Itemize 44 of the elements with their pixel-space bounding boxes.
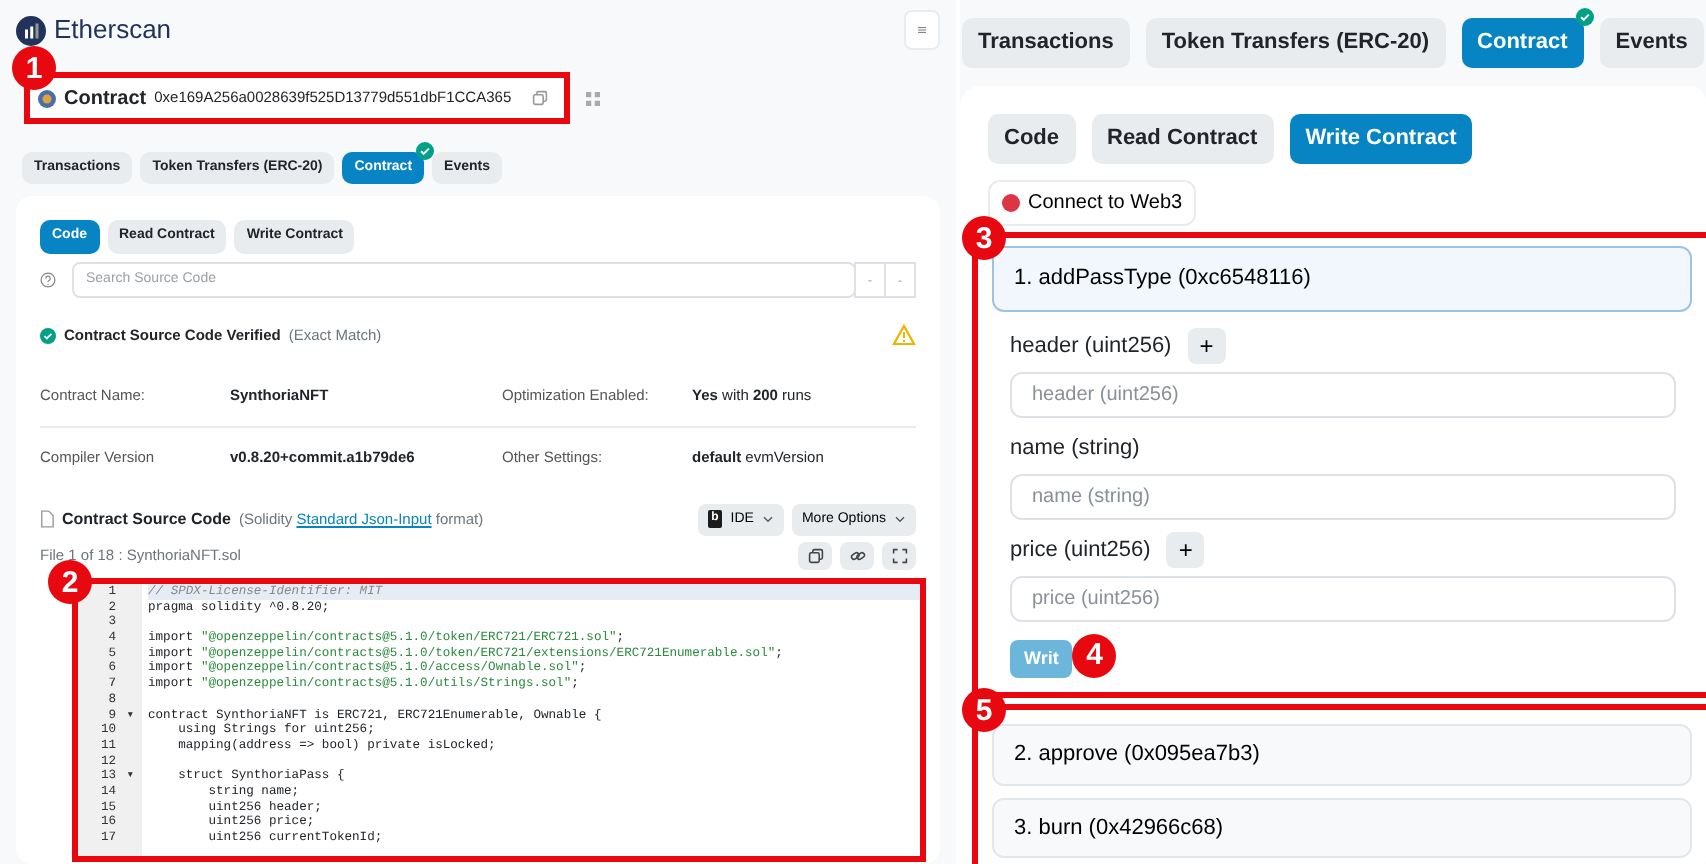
file-icon (40, 510, 54, 529)
copy-button[interactable] (798, 542, 832, 571)
fullscreen-button[interactable] (882, 542, 916, 571)
check-circle-icon (40, 327, 56, 344)
subtab[interactable]: Code (988, 114, 1075, 165)
tab[interactable]: Token Transfers (ERC-20) (1145, 18, 1446, 69)
function-header[interactable]: 1. addPassType (0xc6548116) (992, 246, 1692, 312)
logo-text: Etherscan (54, 12, 172, 49)
caret-icon (894, 515, 906, 524)
input-field[interactable]: header (uint256) (1010, 371, 1676, 418)
add-button[interactable]: + (1166, 531, 1205, 568)
fullscreen-icon (891, 548, 907, 565)
callout-badge: 1 (12, 46, 56, 90)
help-icon (40, 272, 56, 289)
copy-icon (807, 548, 823, 565)
tab[interactable]: Contract (1461, 18, 1584, 69)
field-label: name (string) (1010, 433, 1140, 464)
qr-code-icon (585, 91, 600, 105)
field-label: header (uint256) (1010, 331, 1172, 362)
function-header[interactable]: 2. approve (0x095ea7b3) (992, 724, 1692, 786)
callout-badge: 5 (962, 688, 1006, 733)
callout-badge: 3 (962, 216, 1006, 261)
warning-icon (892, 324, 916, 347)
function-header[interactable]: 3. burn (0x42966c68) (992, 797, 1692, 859)
callout-badge: 4 (1072, 633, 1117, 678)
subtab[interactable]: Read Contract (1091, 114, 1274, 165)
tab[interactable]: Transactions (962, 18, 1130, 69)
add-button[interactable]: + (1187, 327, 1226, 364)
caret-icon (761, 515, 774, 524)
input-field[interactable]: price (uint256) (1010, 575, 1676, 622)
contract-label: Contract (64, 85, 147, 113)
field-label: price (uint256) (1010, 535, 1151, 566)
link-button[interactable] (840, 542, 874, 571)
link-icon (849, 548, 865, 565)
callout-badge: 2 (48, 560, 92, 605)
logo-icon (16, 15, 46, 45)
copy-icon (531, 90, 548, 106)
source-title: Contract Source Code (62, 507, 231, 532)
input-field[interactable]: name (string) (1010, 473, 1676, 520)
subtab[interactable]: Write Contract (1289, 114, 1473, 165)
tab[interactable]: Events (1599, 18, 1704, 69)
token-icon (38, 89, 56, 107)
connect-button[interactable]: Connect to Web3 (988, 180, 1197, 227)
toggle-button[interactable] (884, 261, 916, 299)
